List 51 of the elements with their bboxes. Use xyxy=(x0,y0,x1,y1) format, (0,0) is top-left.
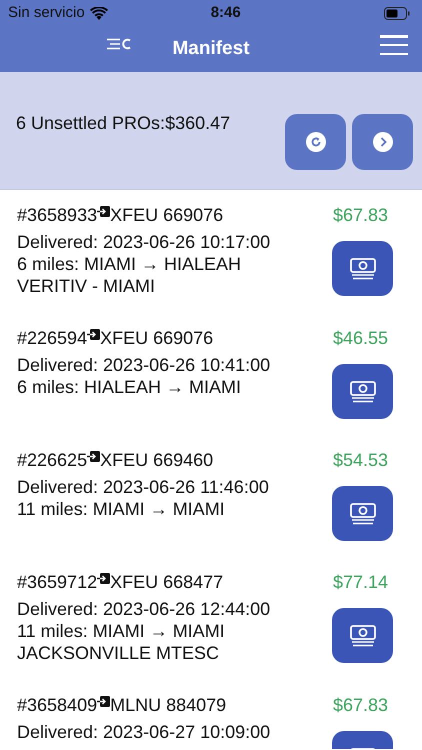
settle-button[interactable] xyxy=(332,364,393,419)
cash-icon xyxy=(350,258,376,280)
consignee-text: JACKSONVILLE MTESC xyxy=(17,642,220,664)
route-text: 6 miles: MIAMI → HIALEAH xyxy=(17,253,242,275)
pro-number: #3658933 xyxy=(17,204,98,226)
arrow-into-box-icon xyxy=(97,696,110,708)
delivered-text: Delivered: 2023-06-26 10:41:00 xyxy=(17,354,270,376)
settle-button[interactable] xyxy=(332,608,393,663)
refresh-icon xyxy=(306,132,326,152)
carrier-text: Sin servicio xyxy=(8,2,85,23)
logo-icon xyxy=(107,38,132,50)
delivered-text: Delivered: 2023-06-26 10:17:00 xyxy=(17,231,270,253)
delivered-text: Delivered: 2023-06-26 12:44:00 xyxy=(17,598,270,620)
settle-button[interactable] xyxy=(332,486,393,541)
container-number: XFEU 669076 xyxy=(110,204,224,226)
cash-icon xyxy=(350,380,376,402)
amount-text: $67.83 xyxy=(332,204,388,226)
route-text: 11 miles: MIAMI → MIAMI xyxy=(17,498,226,520)
battery-icon xyxy=(384,6,410,20)
page-title: Manifest xyxy=(172,36,250,61)
pro-number: #3659712 xyxy=(17,570,98,594)
amount-text: $67.83 xyxy=(332,694,388,716)
container-number: XFEU 669076 xyxy=(100,326,214,350)
cash-icon xyxy=(350,502,376,524)
amount-text: $77.14 xyxy=(332,570,388,594)
amount-text: $46.55 xyxy=(332,326,388,350)
pro-number: #226594 xyxy=(17,326,88,350)
settle-button[interactable] xyxy=(332,241,393,296)
summary-text: 6 Unsettled PROs:$360.47 xyxy=(16,112,230,135)
delivered-text: Delivered: 2023-06-27 10:09:00 xyxy=(17,721,270,743)
delivered-text: Delivered: 2023-06-26 11:46:00 xyxy=(17,476,269,498)
menu-button[interactable] xyxy=(380,35,408,55)
arrow-into-box-icon xyxy=(97,572,110,586)
route-text: 6 miles: HIALEAH → MIAMI xyxy=(17,376,242,398)
container-number: MLNU 884079 xyxy=(110,694,226,716)
pro-number: #226625 xyxy=(17,448,88,472)
container-number: XFEU 669460 xyxy=(100,448,214,472)
pro-number: #3658409 xyxy=(17,694,98,716)
arrow-into-box-icon xyxy=(87,328,100,342)
chevron-right-icon xyxy=(372,132,392,152)
clock-text: 8:46 xyxy=(210,2,241,23)
arrow-into-box-icon xyxy=(97,206,110,218)
cash-icon xyxy=(350,624,376,646)
arrow-into-box-icon xyxy=(87,450,100,464)
route-text: 11 miles: MIAMI → MIAMI xyxy=(17,620,226,642)
refresh-button[interactable] xyxy=(285,114,346,170)
consignee-text: VERITIV - MIAMI xyxy=(17,275,156,297)
next-button[interactable] xyxy=(352,114,413,170)
wifi-icon xyxy=(90,6,108,20)
container-number: XFEU 668477 xyxy=(110,570,224,594)
amount-text: $54.53 xyxy=(332,448,388,472)
